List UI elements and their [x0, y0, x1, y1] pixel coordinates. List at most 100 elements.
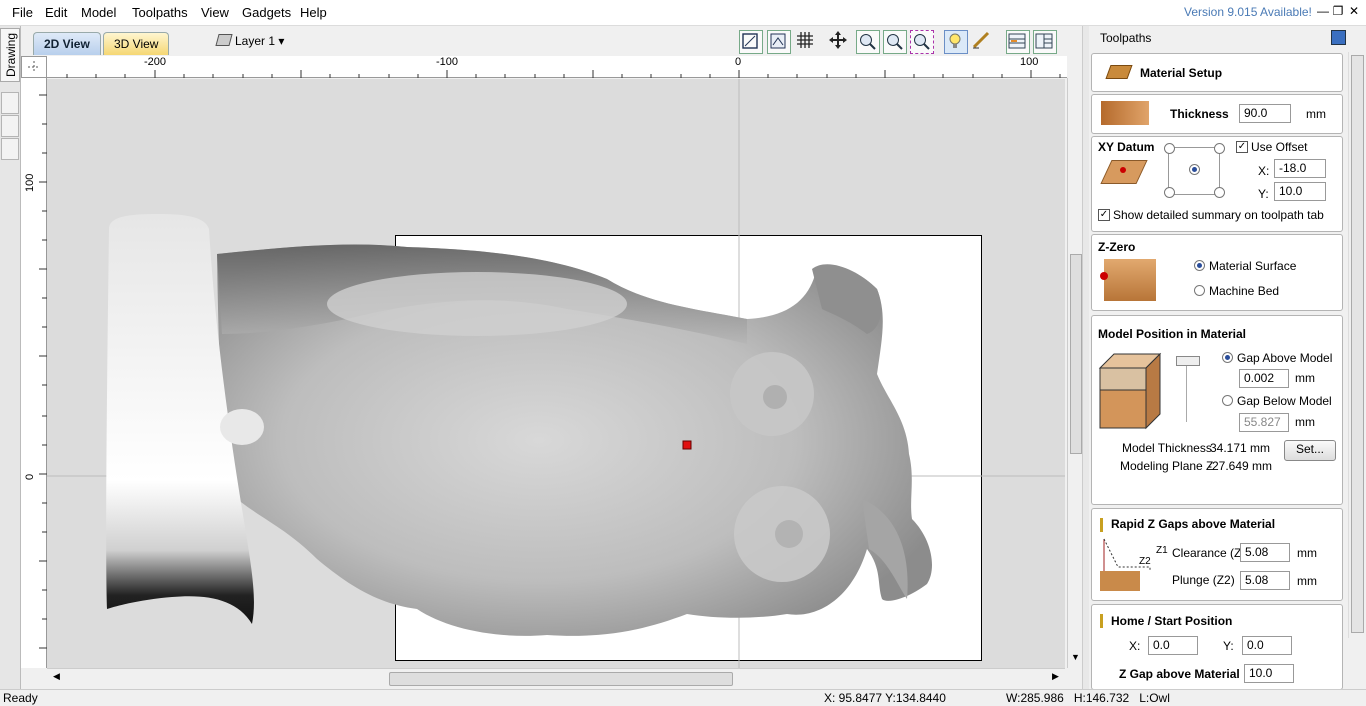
plunge-label: Plunge (Z2): [1172, 573, 1235, 587]
datum-center-radio[interactable]: [1189, 164, 1200, 175]
measure-icon[interactable]: [971, 30, 993, 52]
horizontal-scroll-thumb[interactable]: [389, 672, 733, 686]
side-stub-1[interactable]: [1, 92, 19, 114]
show-summary-checkbox[interactable]: ✓: [1098, 209, 1110, 221]
version-notice-link[interactable]: Version 9.015 Available!: [1184, 5, 1312, 19]
ruler-corner[interactable]: [21, 56, 47, 78]
section-marker-icon: [1100, 518, 1103, 532]
scroll-left-icon[interactable]: ◀: [53, 671, 60, 682]
z-gap-input[interactable]: 10.0: [1244, 664, 1294, 683]
rapid-z-title: Rapid Z Gaps above Material: [1111, 517, 1276, 531]
z-zero-title: Z-Zero: [1098, 240, 1136, 254]
clearance-input[interactable]: 5.08: [1240, 543, 1290, 562]
panel-title: Toolpaths: [1100, 31, 1152, 45]
home-x-input[interactable]: 0.0: [1148, 636, 1198, 655]
close-icon[interactable]: ✕: [1347, 4, 1361, 18]
grid-icon[interactable]: [795, 30, 817, 52]
drawing-tab[interactable]: Drawing: [0, 28, 20, 82]
zoom-box-icon[interactable]: [739, 30, 763, 54]
material-surface-radio[interactable]: [1194, 260, 1205, 271]
datum-bottom-right-radio[interactable]: [1214, 187, 1225, 198]
model-position-title: Model Position in Material: [1098, 327, 1247, 341]
minimize-icon[interactable]: —: [1316, 4, 1330, 18]
owl-model-relief[interactable]: [47, 79, 1065, 668]
zoom-selection-icon[interactable]: [910, 30, 934, 54]
gap-below-input[interactable]: 55.827: [1239, 413, 1289, 432]
model-thickness-value: 34.171 mm: [1210, 441, 1271, 455]
menu-file[interactable]: File: [12, 5, 33, 20]
thickness-input[interactable]: 90.0: [1239, 104, 1291, 123]
model-thickness-label: Model Thickness: [1122, 441, 1212, 455]
vertical-scroll-thumb[interactable]: [1070, 254, 1082, 454]
clearance-unit: mm: [1297, 546, 1317, 560]
xy-datum-title: XY Datum: [1098, 140, 1155, 154]
z2-label: Z2: [1139, 556, 1151, 567]
horizontal-scrollbar[interactable]: ◀ ▶: [47, 668, 1065, 686]
menu-help[interactable]: Help: [300, 5, 327, 20]
machine-bed-label: Machine Bed: [1209, 284, 1280, 298]
scroll-right-icon[interactable]: ▶: [1052, 671, 1059, 682]
panel-header: Toolpaths: [1089, 26, 1348, 50]
panel-scrollbar[interactable]: [1348, 52, 1364, 638]
z-zero-block-icon: [1104, 259, 1156, 301]
datum-top-left-radio[interactable]: [1164, 143, 1175, 154]
chevron-down-icon: ▾: [278, 34, 285, 48]
menu-edit[interactable]: Edit: [45, 5, 67, 20]
layout-left-icon[interactable]: [1006, 30, 1030, 54]
ruler-top-label: -100: [436, 56, 459, 68]
status-bar: Ready X: 95.8477 Y:134.8440 W:285.986 H:…: [0, 689, 1366, 706]
side-stub-2[interactable]: [1, 115, 19, 137]
zoom-in-icon[interactable]: [856, 30, 880, 54]
use-offset-checkbox[interactable]: ✓: [1236, 141, 1248, 153]
ruler-top: -200 -100 0 100: [47, 56, 1067, 78]
datum-bottom-left-radio[interactable]: [1164, 187, 1175, 198]
rapid-z-diagram: [1100, 538, 1151, 591]
z-zero-card: Z-Zero Material Surface Machine Bed: [1091, 234, 1343, 311]
menu-bar: File Edit Model Toolpaths View Gadgets H…: [0, 0, 1366, 26]
offset-x-label: X:: [1258, 164, 1270, 178]
gap-slider-track: [1186, 360, 1187, 422]
menu-view[interactable]: View: [201, 5, 229, 20]
gap-slider-thumb[interactable]: [1176, 356, 1200, 366]
machine-bed-radio[interactable]: [1194, 285, 1205, 296]
zoom-out-icon[interactable]: [883, 30, 907, 54]
home-y-input[interactable]: 0.0: [1242, 636, 1292, 655]
model-position-block-icon: [1098, 352, 1162, 430]
tab-2d-view[interactable]: 2D View: [33, 32, 101, 55]
tab-3d-view[interactable]: 3D View: [103, 32, 170, 55]
lightbulb-icon[interactable]: [944, 30, 968, 54]
restore-icon[interactable]: ❐: [1331, 4, 1345, 18]
gap-below-label: Gap Below Model: [1237, 394, 1332, 408]
drawing-canvas[interactable]: [47, 79, 1065, 668]
material-setup-header[interactable]: Material Setup: [1091, 53, 1343, 92]
menu-gadgets[interactable]: Gadgets: [242, 5, 291, 20]
layer-dropdown[interactable]: Layer 1 ▾: [215, 32, 285, 50]
show-summary-label: Show detailed summary on toolpath tab: [1113, 208, 1324, 222]
view-toolbar: 2D View 3D View Layer 1 ▾: [21, 26, 1067, 56]
offset-y-input[interactable]: 10.0: [1274, 182, 1326, 201]
panel-scroll-thumb[interactable]: [1351, 55, 1364, 633]
vertical-scrollbar[interactable]: ▼: [1067, 78, 1082, 668]
scroll-down-icon[interactable]: ▼: [1071, 652, 1080, 662]
ruler-left-label: 0: [24, 473, 36, 480]
menu-toolpaths[interactable]: Toolpaths: [132, 5, 188, 20]
gap-below-radio[interactable]: [1222, 395, 1233, 406]
datum-top-right-radio[interactable]: [1214, 143, 1225, 154]
zoom-drawing-icon[interactable]: [767, 30, 791, 54]
pan-icon[interactable]: [828, 30, 850, 52]
model-position-card: Model Position in Material Gap Above Mod…: [1091, 315, 1343, 505]
offset-x-input[interactable]: -18.0: [1274, 159, 1326, 178]
plunge-input[interactable]: 5.08: [1240, 571, 1290, 590]
layout-right-icon[interactable]: [1033, 30, 1057, 54]
gap-above-input[interactable]: 0.002: [1239, 369, 1289, 388]
thickness-icon: [1101, 101, 1149, 125]
material-setup-title: Material Setup: [1140, 66, 1223, 80]
panel-splitter[interactable]: [1082, 26, 1089, 689]
side-stub-3[interactable]: [1, 138, 19, 160]
material-surface-label: Material Surface: [1209, 259, 1297, 273]
home-x-label: X:: [1129, 639, 1141, 653]
menu-model[interactable]: Model: [81, 5, 116, 20]
gap-above-radio[interactable]: [1222, 352, 1233, 363]
set-button[interactable]: Set...: [1284, 440, 1336, 461]
pin-icon[interactable]: [1331, 30, 1346, 45]
